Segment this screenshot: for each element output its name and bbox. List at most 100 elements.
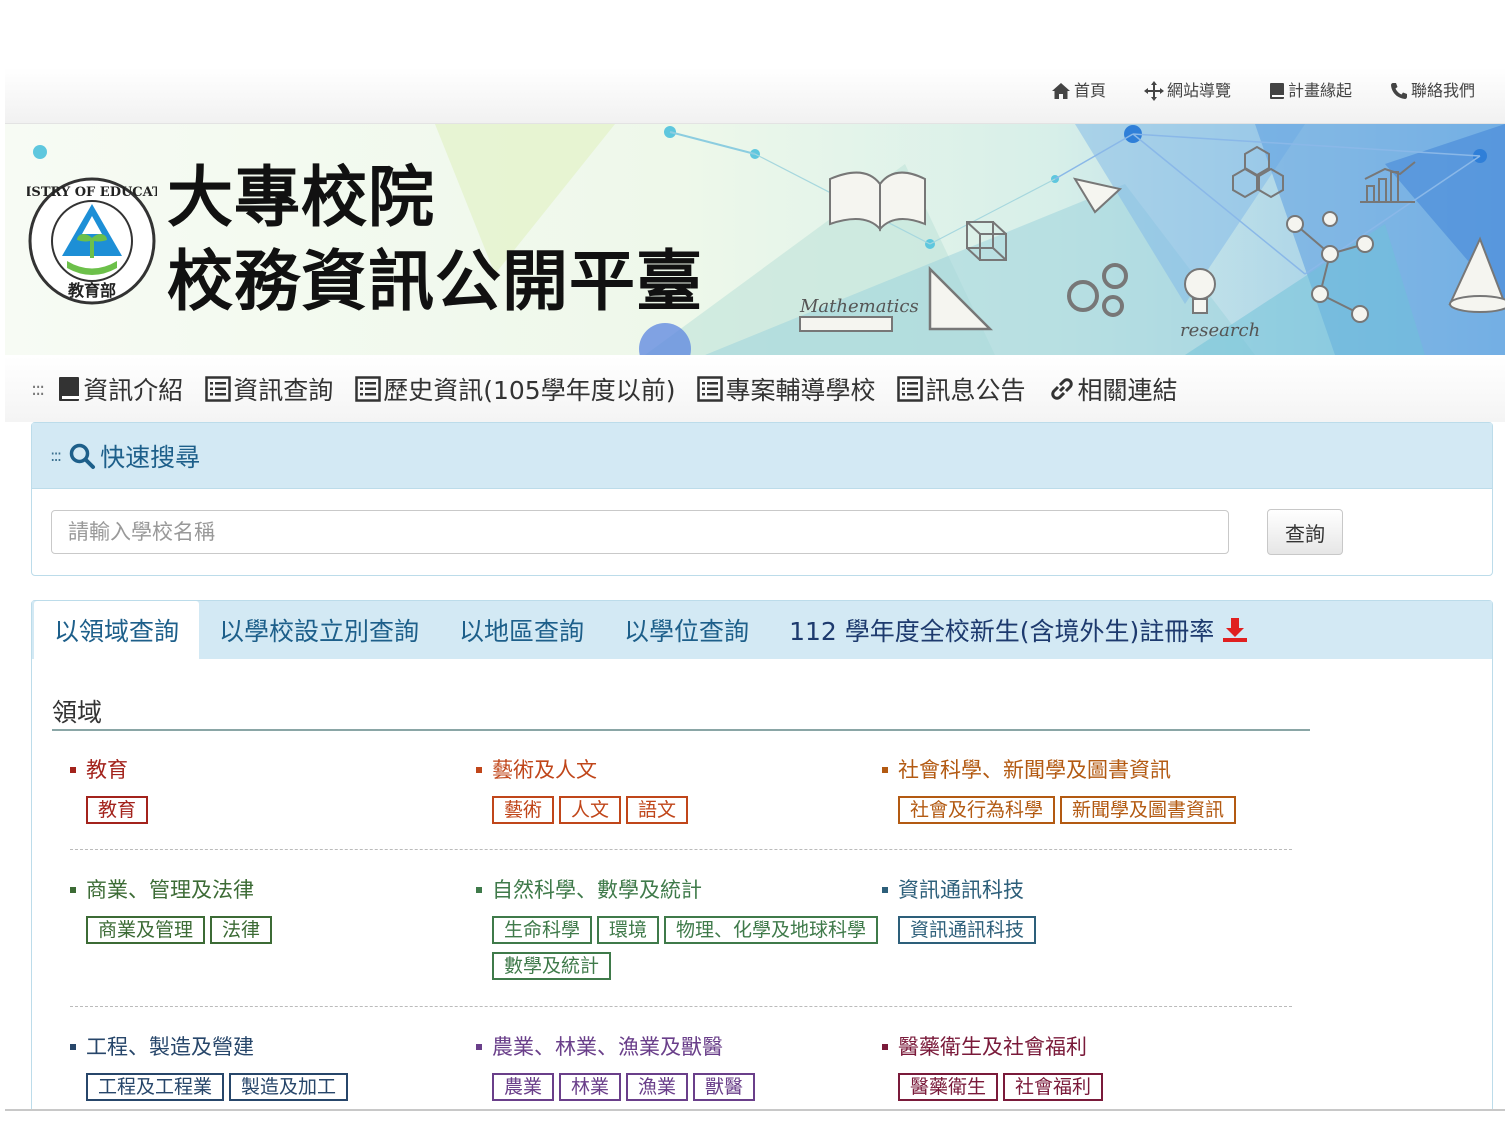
domain-group: 藝術及人文藝術 人文 語文 xyxy=(476,756,876,824)
logo-cn-text: 教育部 xyxy=(68,281,116,300)
domain-group-label: 資訊通訊科技 xyxy=(898,878,1024,902)
domain-group-title[interactable]: 工程、製造及營建 xyxy=(70,1033,470,1061)
tab-registration-rate-label: 112 學年度全校新生(含境外生)註冊率 xyxy=(789,617,1215,646)
browser-page: 首頁 網站導覽 計畫緣起 聯絡我們 Mathematics research S… xyxy=(5,68,1505,1111)
domain-tag-list: 社會及行為科學 新聞學及圖書資訊 xyxy=(898,796,1298,824)
domain-tag[interactable]: 農業 xyxy=(492,1073,555,1101)
nav-item-label: 專案輔導學校 xyxy=(725,376,876,405)
domain-tag[interactable]: 商業及管理 xyxy=(86,916,206,944)
domain-tag-list: 農業 林業 漁業 獸醫 xyxy=(492,1073,892,1101)
domain-heading: 領域 xyxy=(52,698,103,727)
mathematics-deco-text: Mathematics xyxy=(799,296,919,317)
domain-group-title[interactable]: 自然科學、數學及統計 xyxy=(476,876,876,904)
domain-group: 商業、管理及法律商業及管理 法律 xyxy=(70,876,470,944)
nav-dots-icon: ::: xyxy=(31,378,45,400)
nav-item-history[interactable]: 歷史資訊(105學年度以前) xyxy=(355,371,675,407)
domain-group: 資訊通訊科技 資訊通訊科技 xyxy=(882,876,1282,944)
top-nav-origin[interactable]: 計畫緣起 xyxy=(1269,78,1352,104)
domain-tag[interactable]: 新聞學及圖書資訊 xyxy=(1060,796,1237,824)
home-icon xyxy=(1051,83,1070,99)
tab-by-school-type[interactable]: 以學校設立別查詢 xyxy=(199,601,439,659)
domain-tag[interactable]: 資訊通訊科技 xyxy=(898,916,1037,944)
domain-group-title[interactable]: 藝術及人文 xyxy=(476,756,876,784)
domain-group-title[interactable]: 醫藥衛生及社會福利 xyxy=(882,1033,1282,1061)
book-icon xyxy=(59,377,80,401)
tab-by-degree[interactable]: 以學位查詢 xyxy=(604,601,769,659)
domain-tag[interactable]: 人文 xyxy=(559,796,622,824)
list-icon xyxy=(205,376,231,402)
domain-group-title[interactable]: 教育 xyxy=(70,756,470,784)
search-button[interactable]: 查詢 xyxy=(1267,509,1343,555)
bullet-icon xyxy=(882,767,888,773)
domain-tag-list: 商業及管理 法律 xyxy=(86,916,486,944)
list-icon xyxy=(355,376,381,402)
site-banner: Mathematics research STRY OF EDUCA 教育部 大… xyxy=(5,124,1505,355)
tab-by-region[interactable]: 以地區查詢 xyxy=(439,601,604,659)
top-nav-home-label: 首頁 xyxy=(1073,81,1106,100)
domain-tag-list: 教育 xyxy=(86,796,486,824)
domain-tag[interactable]: 語文 xyxy=(626,796,689,824)
domain-tag[interactable]: 物理、化學及地球科學 xyxy=(664,916,879,944)
domain-group-title[interactable]: 資訊通訊科技 xyxy=(882,876,1282,904)
domain-tag[interactable]: 環境 xyxy=(597,916,660,944)
list-icon xyxy=(897,376,924,402)
logo-text: MINISTRY OF EDUCATION xyxy=(27,185,157,200)
domain-group-title[interactable]: 商業、管理及法律 xyxy=(70,876,470,904)
row-separator xyxy=(70,849,1292,850)
domain-tag[interactable]: 藝術 xyxy=(492,796,555,824)
domain-tag[interactable]: 林業 xyxy=(559,1073,622,1101)
top-nav-contact[interactable]: 聯絡我們 xyxy=(1390,78,1475,104)
domain-tag[interactable]: 漁業 xyxy=(626,1073,689,1101)
domain-tag-list: 工程及工程業 製造及加工 xyxy=(86,1073,486,1101)
nav-item-project-schools[interactable]: 專案輔導學校 xyxy=(697,371,875,407)
domain-group: 醫藥衛生及社會福利醫藥衛生 社會福利 xyxy=(882,1033,1282,1101)
quick-search-title: 快速搜尋 xyxy=(100,442,201,472)
domain-group-label: 工程、製造及營建 xyxy=(86,1035,254,1059)
domain-group: 工程、製造及營建工程及工程業 製造及加工 xyxy=(70,1033,470,1101)
bullet-icon xyxy=(882,1044,888,1050)
domain-tag[interactable]: 生命科學 xyxy=(492,916,593,944)
tab-registration-rate-download[interactable]: 112 學年度全校新生(含境外生)註冊率 xyxy=(769,601,1268,659)
domain-tag[interactable]: 教育 xyxy=(86,796,149,824)
tab-by-domain[interactable]: 以領域查詢 xyxy=(34,601,200,659)
bullet-icon xyxy=(476,767,482,773)
query-tabs-panel: 以領域查詢 以學校設立別查詢 以地區查詢 以學位查詢 112 學年度全校新生(含… xyxy=(31,600,1493,1109)
nav-item-info-intro[interactable]: 資訊介紹 xyxy=(57,371,183,407)
top-nav-sitemap[interactable]: 網站導覽 xyxy=(1143,78,1231,104)
domain-group-label: 商業、管理及法律 xyxy=(86,878,254,902)
top-nav-home[interactable]: 首頁 xyxy=(1051,78,1106,104)
nav-item-announcements[interactable]: 訊息公告 xyxy=(897,371,1026,407)
book-icon xyxy=(1269,83,1284,99)
domain-group: 社會科學、新聞學及圖書資訊社會及行為科學 新聞學及圖書資訊 xyxy=(882,756,1282,824)
domain-group-title[interactable]: 農業、林業、漁業及獸醫 xyxy=(476,1033,876,1061)
domain-tag[interactable]: 製造及加工 xyxy=(229,1073,349,1101)
domain-group-label: 農業、林業、漁業及獸醫 xyxy=(492,1035,723,1059)
domain-group-title[interactable]: 社會科學、新聞學及圖書資訊 xyxy=(882,756,1282,784)
move-icon xyxy=(1143,81,1164,101)
top-nav: 首頁 網站導覽 計畫緣起 聯絡我們 xyxy=(1051,78,1475,104)
domain-tag[interactable]: 獸醫 xyxy=(693,1073,756,1101)
nav-item-links[interactable]: 相關連結 xyxy=(1048,371,1178,407)
tab-bar: 以領域查詢 以學校設立別查詢 以地區查詢 以學位查詢 112 學年度全校新生(含… xyxy=(32,601,1492,659)
domain-tag[interactable]: 工程及工程業 xyxy=(86,1073,225,1101)
domain-tag[interactable]: 法律 xyxy=(210,916,273,944)
bullet-icon xyxy=(476,1044,482,1050)
nav-item-label: 訊息公告 xyxy=(925,376,1026,405)
domain-tag[interactable]: 社會及行為科學 xyxy=(898,796,1056,824)
nav-item-info-query[interactable]: 資訊查詢 xyxy=(205,371,333,407)
domain-tag[interactable]: 醫藥衛生 xyxy=(898,1073,999,1101)
school-search-input[interactable] xyxy=(51,510,1229,554)
domain-group-label: 醫藥衛生及社會福利 xyxy=(898,1035,1087,1059)
domain-tag[interactable]: 社會福利 xyxy=(1003,1073,1104,1101)
domain-tag[interactable]: 數學及統計 xyxy=(492,952,612,980)
site-title-line1: 大專校院 xyxy=(167,159,435,236)
bullet-icon xyxy=(70,767,76,773)
nav-item-label: 相關連結 xyxy=(1077,376,1178,405)
moe-logo: MINISTRY OF EDUCATION 教育部 xyxy=(27,177,157,305)
nav-item-label: 歷史資訊(105學年度以前) xyxy=(383,376,676,405)
domain-tag-list: 生命科學 環境 物理、化學及地球科學數學及統計 xyxy=(492,916,892,980)
list-icon xyxy=(697,376,724,402)
top-nav-sitemap-label: 網站導覽 xyxy=(1166,81,1231,100)
domain-group: 農業、林業、漁業及獸醫農業 林業 漁業 獸醫 xyxy=(476,1033,876,1101)
domain-group-label: 自然科學、數學及統計 xyxy=(492,878,702,902)
